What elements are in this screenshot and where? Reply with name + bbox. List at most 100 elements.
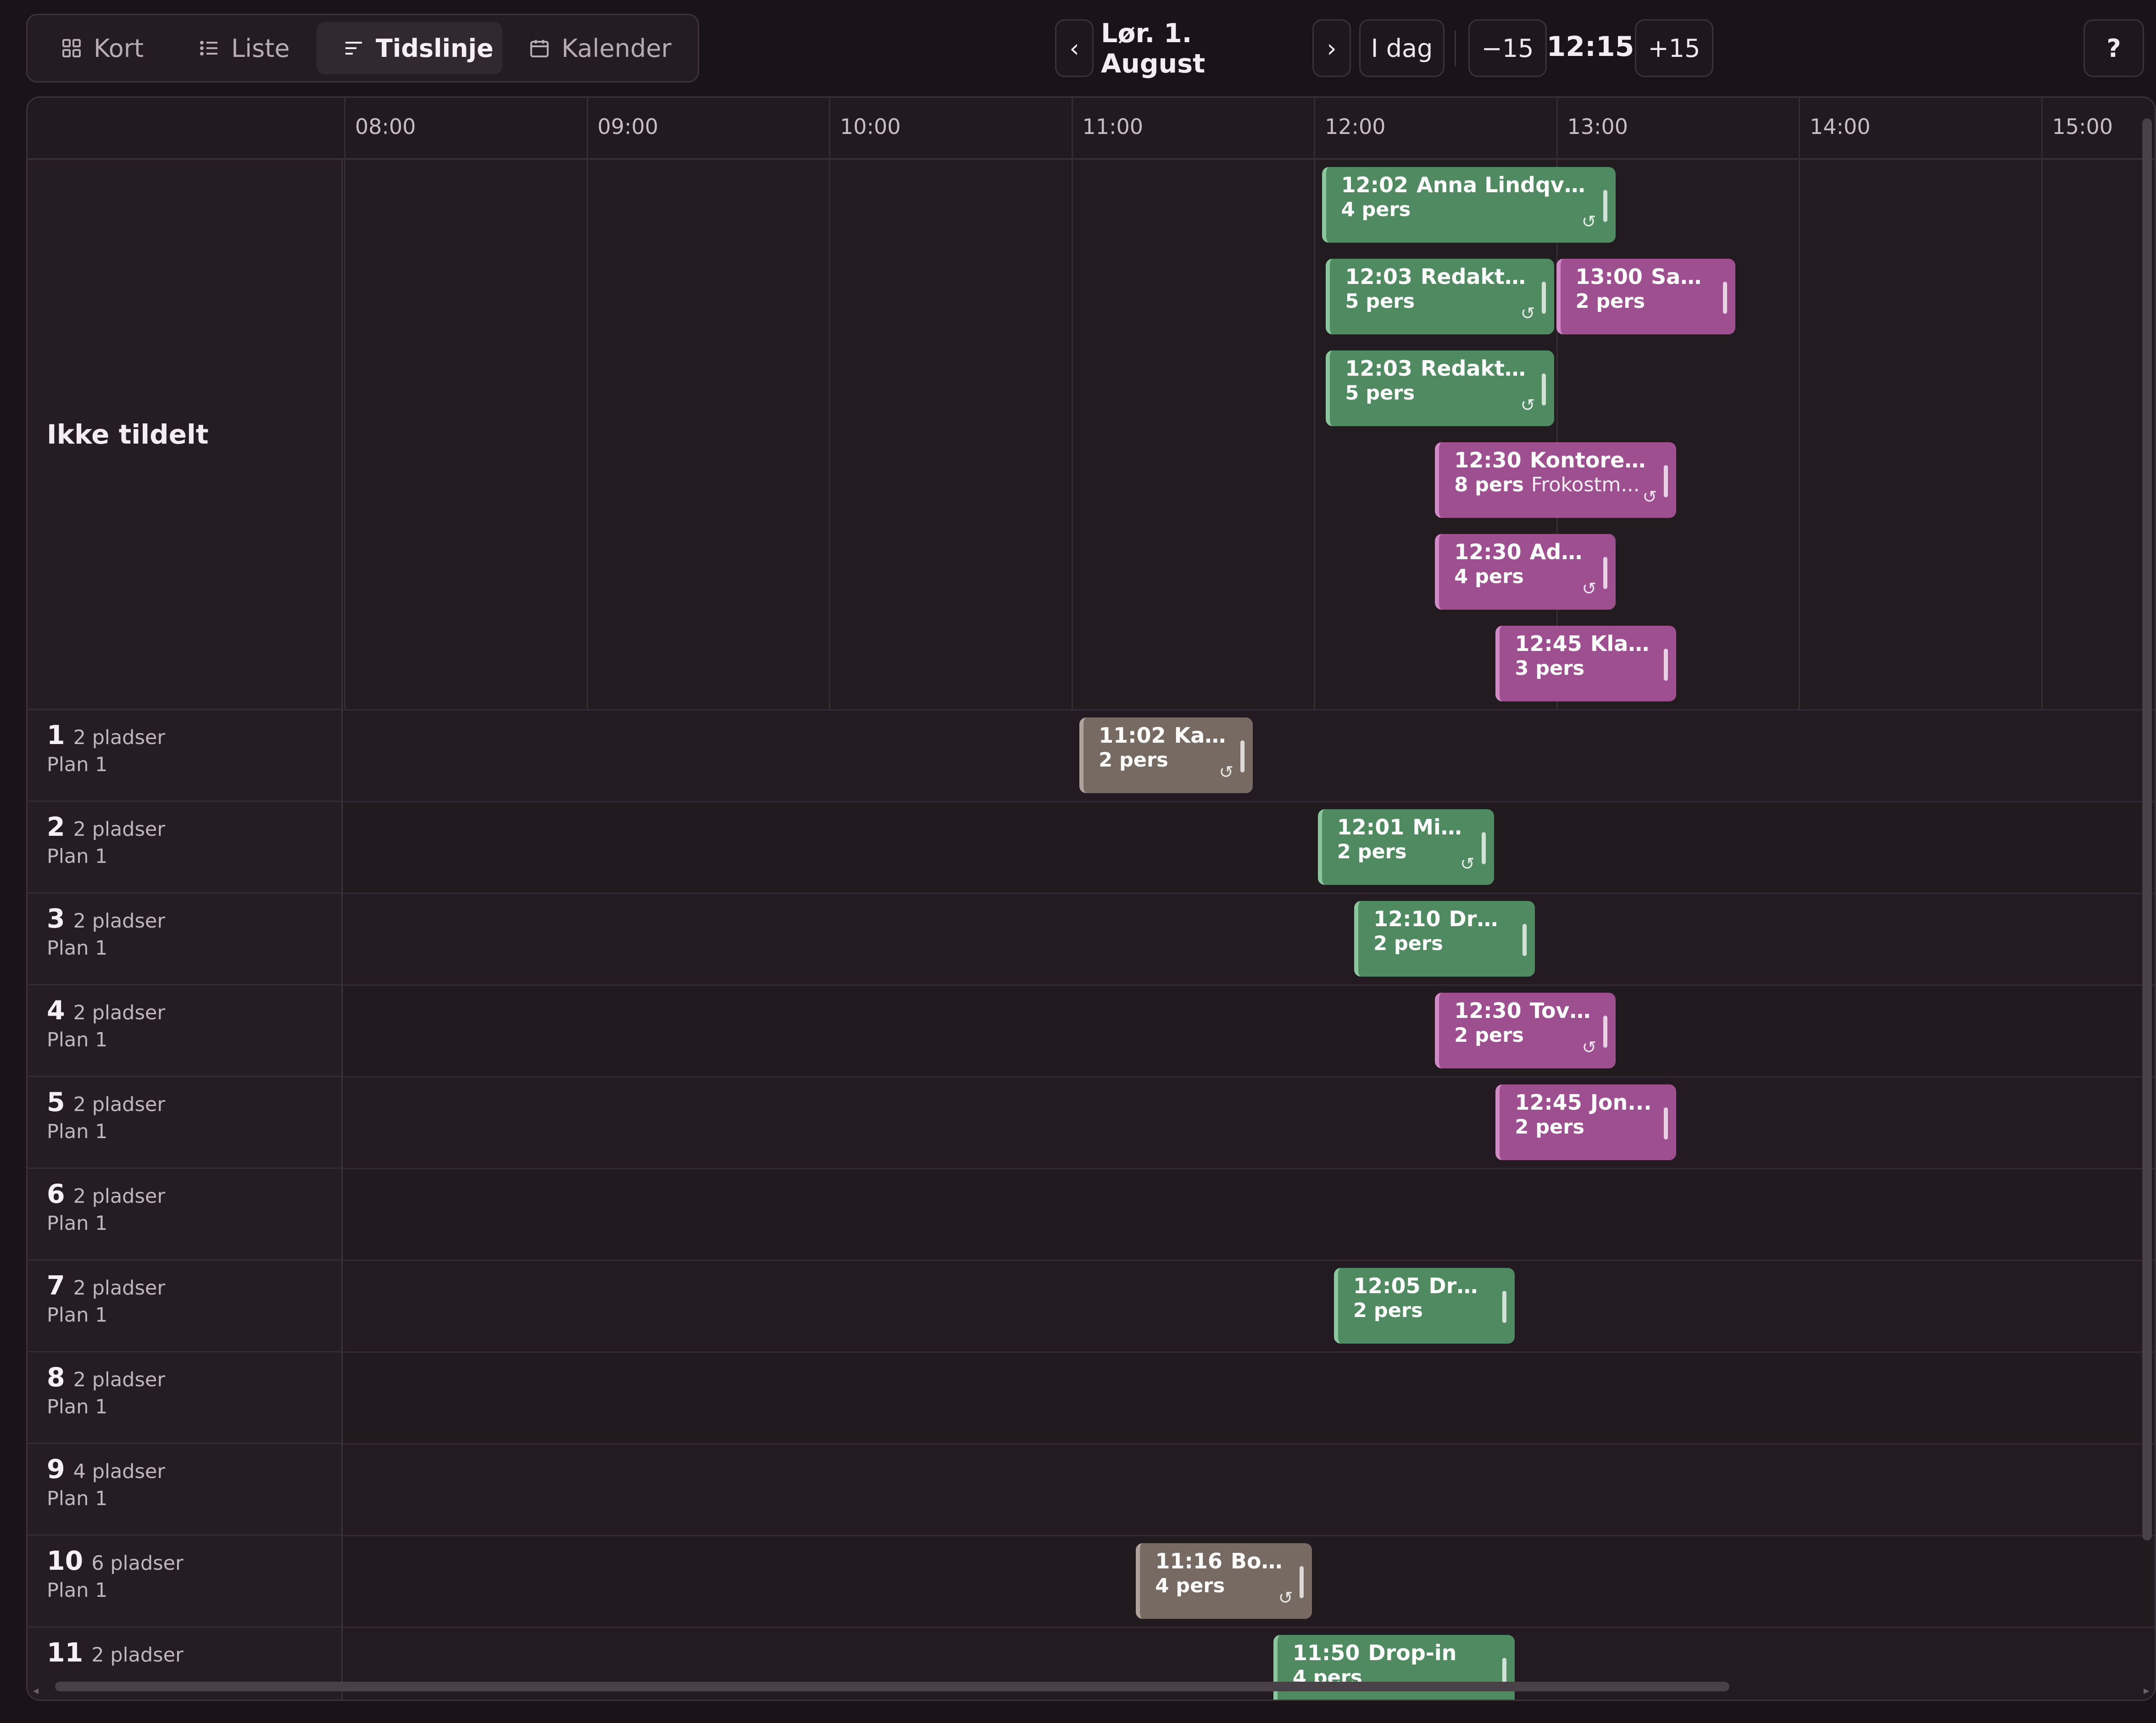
tab-kalender[interactable]: Kalender	[502, 22, 688, 74]
table-row-label[interactable]: 2 2 pladser Plan 1	[28, 802, 343, 894]
table-seats: 2 pladser	[91, 1644, 183, 1667]
resize-handle[interactable]	[1664, 465, 1668, 497]
table-row[interactable]	[344, 1444, 2155, 1536]
table-row-label[interactable]: 1 2 pladser Plan 1	[28, 710, 343, 802]
resize-handle[interactable]	[1300, 1566, 1304, 1598]
tab-label: Kort	[94, 33, 144, 63]
repeat-icon: ↺	[1582, 1037, 1597, 1057]
table-plan: Plan 1	[47, 1120, 108, 1143]
row-divider	[343, 1351, 2155, 1353]
resize-handle[interactable]	[1603, 190, 1607, 222]
resize-handle[interactable]	[1481, 832, 1486, 864]
table-row-label[interactable]: 5 2 pladser Plan 1	[28, 1077, 343, 1169]
table-row[interactable]	[344, 1352, 2155, 1444]
table-seats: 2 pladser	[73, 1368, 166, 1391]
resize-handle[interactable]	[1603, 557, 1608, 589]
booking-guests: 3 pers	[1515, 657, 1585, 680]
booking-block[interactable]: 12:02 Anna Lindqvist 4 pers ↺	[1322, 167, 1616, 243]
resize-handle[interactable]	[1502, 1291, 1507, 1323]
calendar-icon	[530, 40, 549, 57]
booking-block[interactable]: 11:16 Bo ... 4 pers ↺	[1136, 1543, 1312, 1619]
booking-time: 12:05	[1353, 1273, 1421, 1298]
table-row-label[interactable]: 9 4 pladser Plan 1	[28, 1444, 343, 1536]
booking-time: 11:16	[1155, 1549, 1222, 1573]
table-seats: 2 pladser	[73, 1277, 166, 1300]
booking-block[interactable]: 12:30 Tove... 2 pers ↺	[1435, 993, 1616, 1068]
toolbar-divider	[1455, 30, 1456, 66]
table-row-label[interactable]: 6 2 pladser Plan 1	[28, 1169, 343, 1261]
booking-block[interactable]: 11:02 Kari... 2 pers ↺	[1079, 717, 1253, 793]
booking-block[interactable]: 12:03 Redaktio... 5 pers ↺	[1326, 350, 1555, 426]
table-row-label[interactable]: 8 2 pladser Plan 1	[28, 1352, 343, 1444]
booking-block[interactable]: 12:45 Jon... 2 pers	[1495, 1084, 1677, 1160]
table-row-label[interactable]: 10 6 pladser Plan 1	[28, 1536, 343, 1628]
tab-kort[interactable]: Kort	[34, 22, 172, 74]
table-row[interactable]	[344, 1169, 2155, 1261]
prev-day-button[interactable]: ‹	[1055, 19, 1094, 77]
booking-guests: 2 pers	[1099, 749, 1168, 772]
booking-block[interactable]: 12:01 Mia ... 2 pers ↺	[1317, 809, 1494, 885]
resize-handle[interactable]	[1664, 649, 1668, 681]
resize-handle[interactable]	[1542, 282, 1546, 314]
row-divider	[343, 1076, 2155, 1078]
table-row-label[interactable]: 7 2 pladser Plan 1	[28, 1261, 343, 1352]
booking-block[interactable]: 12:30 Adv... 4 pers ↺	[1435, 534, 1616, 610]
booking-block[interactable]: 13:00 Sam... 2 pers	[1556, 259, 1735, 334]
table-row[interactable]	[344, 1261, 2155, 1352]
tab-liste[interactable]: Liste	[172, 22, 317, 74]
booking-name: Tove...	[1529, 998, 1607, 1023]
resize-handle[interactable]	[1542, 373, 1546, 406]
table-row[interactable]	[344, 1077, 2155, 1169]
horizontal-scrollbar[interactable]	[55, 1682, 1729, 1691]
table-row[interactable]	[344, 894, 2155, 985]
resize-handle[interactable]	[1523, 924, 1527, 956]
scroll-left-arrow[interactable]: ◂	[33, 1684, 39, 1697]
table-row[interactable]	[344, 802, 2155, 894]
table-plan: Plan 1	[47, 753, 108, 776]
booking-guests: 5 pers	[1345, 290, 1415, 313]
plus-15-button[interactable]: +15	[1635, 19, 1713, 77]
resize-handle[interactable]	[1603, 1016, 1608, 1048]
booking-block[interactable]: 12:45 Klar... 3 pers	[1495, 626, 1677, 701]
repeat-icon: ↺	[1520, 303, 1535, 323]
unassigned-row-label: Ikke tildelt	[28, 160, 343, 710]
booking-time: 12:45	[1515, 1090, 1582, 1115]
booking-name: Mia ...	[1412, 815, 1485, 839]
repeat-icon: ↺	[1219, 762, 1234, 782]
hour-label: 09:00	[597, 114, 659, 139]
booking-time: 12:30	[1454, 998, 1522, 1023]
booking-guests: 2 pers	[1353, 1299, 1423, 1322]
table-row-label[interactable]: 4 2 pladser Plan 1	[28, 985, 343, 1077]
hour-label: 11:00	[1082, 114, 1144, 139]
resize-handle[interactable]	[1664, 1107, 1668, 1139]
next-day-button[interactable]: ›	[1312, 19, 1351, 77]
booking-block[interactable]: 12:03 Redaktio... 5 pers ↺	[1326, 259, 1555, 334]
booking-block[interactable]: 12:10 Drop... 2 pers	[1354, 901, 1535, 977]
scroll-right-arrow[interactable]: ▸	[2144, 1684, 2149, 1697]
table-plan: Plan 1	[47, 1395, 108, 1418]
booking-time: 12:30	[1454, 539, 1522, 564]
table-number: 5	[47, 1087, 65, 1117]
booking-block[interactable]: 12:05 Drop... 2 pers	[1334, 1268, 1515, 1344]
vertical-scrollbar[interactable]	[2142, 118, 2152, 1540]
today-button[interactable]: I dag	[1359, 19, 1445, 77]
table-number: 2	[47, 812, 65, 842]
hour-label: 15:00	[2052, 114, 2113, 139]
booking-guests: 2 pers	[1515, 1116, 1585, 1139]
table-row[interactable]	[344, 985, 2155, 1077]
tab-label: Kalender	[561, 33, 672, 63]
hour-label: 10:00	[840, 114, 901, 139]
booking-name: Anna Lindqvist	[1417, 172, 1595, 197]
tab-tidslinje[interactable]: Tidslinje	[317, 22, 502, 74]
resize-handle[interactable]	[1723, 282, 1727, 314]
help-button[interactable]: ?	[2084, 19, 2144, 77]
minus-15-button[interactable]: −15	[1468, 19, 1547, 77]
booking-time: 11:02	[1099, 723, 1166, 748]
booking-time: 12:30	[1454, 448, 1522, 472]
table-row-label[interactable]: 3 2 pladser Plan 1	[28, 894, 343, 985]
resize-handle[interactable]	[1240, 740, 1245, 773]
table-plan: Plan 1	[47, 937, 108, 960]
table-plan: Plan 1	[47, 1579, 108, 1602]
table-number: 3	[47, 904, 65, 934]
booking-block[interactable]: 12:30 Kontoret p... 8 pers Frokostm... ↺	[1435, 442, 1677, 518]
